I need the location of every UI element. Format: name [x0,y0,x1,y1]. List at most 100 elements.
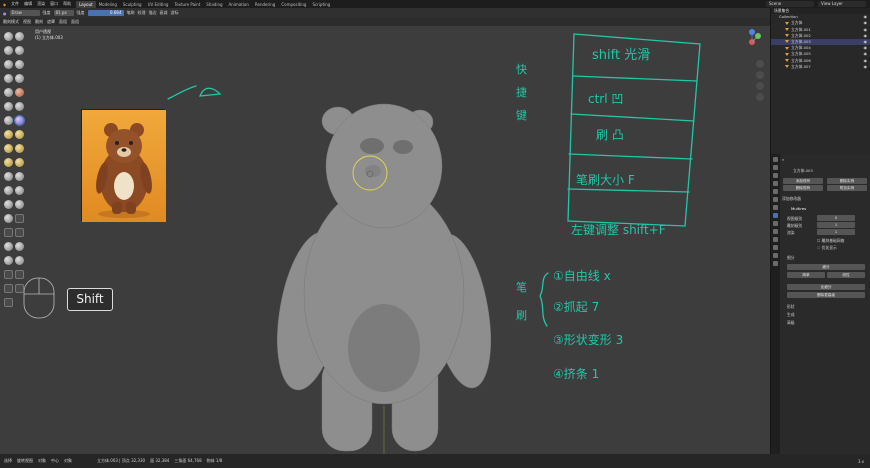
scale-tool-icon[interactable] [4,283,13,293]
multiplane-scrape-brush-icon[interactable] [14,114,25,126]
mask-brush-icon[interactable] [4,213,13,223]
workspace-tab-uv-editing[interactable]: UV Editing [145,1,172,8]
levels-viewport-field[interactable]: 0 [817,215,855,221]
sculpt-base-mesh-checkbox[interactable]: ☐ 雕刻基础网格 [817,238,844,244]
subdivide-button[interactable]: 细分 [787,264,865,270]
menu-texture[interactable]: 纹理 [138,10,146,16]
tool-tab-icon[interactable] [773,157,778,162]
layer-brush-icon[interactable] [15,59,24,69]
move-tool-icon[interactable] [4,269,13,279]
snake-hook-brush-icon[interactable] [15,143,24,153]
zoom-icon[interactable] [756,60,764,68]
menu-file[interactable]: 文件 [11,1,19,7]
workspace-tab-animation[interactable]: Animation [226,1,252,8]
box-mask-icon[interactable] [15,213,24,223]
draw-brush-icon[interactable] [4,31,13,41]
mode-selector[interactable]: 雕刻模式 [3,19,19,25]
menu-face-sets[interactable]: 面组 [59,19,67,25]
menu-falloff[interactable]: 衰减 [160,10,168,16]
crease-brush-icon[interactable] [4,87,13,97]
menu-view[interactable]: 视图 [23,19,31,25]
3d-viewport[interactable]: 快 捷 键 shift 光滑 ctrl 凹 刷 凸 笔刷大小 F 左键调整 sh… [0,26,770,454]
workspace-tab-shading[interactable]: Shading [203,1,225,8]
scrape-brush-icon[interactable] [4,115,13,125]
particles-tab-icon[interactable] [773,221,778,226]
delete-instance-button[interactable]: 删除实例 [827,178,867,184]
render-tab-icon[interactable] [773,165,778,170]
material-tab-icon[interactable] [773,253,778,258]
add-modifier-dropdown[interactable]: 添加修改器 [782,196,801,202]
box-hide-icon[interactable] [4,227,13,237]
pinch-brush-icon[interactable] [4,129,13,139]
constraints-tab-icon[interactable] [773,237,778,242]
linear-button[interactable]: 线性 [827,272,865,278]
workspace-tab-sculpting[interactable]: Sculpting [120,1,145,8]
modifier-name[interactable]: Multires [791,206,806,211]
rotate-tool-icon[interactable] [15,269,24,279]
search-icon[interactable]: ⌕ [782,157,784,162]
menu-cursor[interactable]: 游标 [171,10,179,16]
blob-brush-icon[interactable] [15,73,24,83]
radius-field[interactable]: 81 px [53,10,74,16]
edit-face-set-icon[interactable] [15,255,24,265]
object-tab-icon[interactable] [773,205,778,210]
thumb-brush-icon[interactable] [4,157,13,167]
menu-help[interactable]: 帮助 [63,1,71,7]
output-tab-icon[interactable] [773,173,778,178]
menu-brush[interactable]: 笔刷 [127,10,135,16]
view-layer-selector[interactable]: View Layer [818,1,866,7]
workspace-tab-modeling[interactable]: Modeling [96,1,120,8]
delete-higher-button[interactable]: 删除更高级 [787,292,865,298]
fill-brush-icon[interactable] [15,101,24,111]
slide-relax-brush-icon[interactable] [4,185,13,195]
menu-sculpt[interactable]: 雕刻 [35,19,43,25]
boundary-brush-icon[interactable] [15,185,24,195]
render-level-field[interactable]: 1 [817,229,855,235]
inflate-brush-icon[interactable] [4,73,13,83]
physics-tab-icon[interactable] [773,229,778,234]
brush-name-field[interactable]: Draw [9,10,40,16]
delete-existing-button[interactable]: 删除现有 [783,185,823,191]
simplify-brush-icon[interactable] [15,199,24,209]
add-existing-button[interactable]: 添加现有 [783,178,823,184]
eye-icon[interactable]: ◉ [864,64,868,70]
annotate-tool-icon[interactable] [4,297,13,307]
modifier-tab-icon[interactable] [773,213,778,218]
perspective-grid-icon[interactable] [756,93,764,101]
rotate-brush-icon[interactable] [15,171,24,181]
outliner-row[interactable]: 立方体.007 ◉ [771,64,870,70]
scene-tab-icon[interactable] [773,189,778,194]
box-face-set-icon[interactable] [15,227,24,237]
shape-section-header[interactable]: 形状 [787,304,795,310]
draw-sharp-brush-icon[interactable] [15,31,24,41]
color-filter-icon[interactable] [4,255,13,265]
generate-section-header[interactable]: 生成 [787,312,795,318]
attach-instance-button[interactable]: 附加实例 [827,185,867,191]
workspace-tab-texture-paint[interactable]: Texture Paint [171,1,203,8]
strength-field[interactable]: 0.664 [87,10,124,16]
cloth-brush-icon[interactable] [4,199,13,209]
grab-brush-icon[interactable] [15,129,24,139]
menu-render[interactable]: 渲染 [37,1,45,7]
texture-tab-icon[interactable] [773,261,778,266]
nudge-brush-icon[interactable] [4,171,13,181]
optimal-display-checkbox[interactable]: ☑ 优化显示 [817,245,837,251]
elastic-deform-brush-icon[interactable] [4,143,13,153]
reference-image[interactable] [81,109,166,222]
camera-icon[interactable] [756,82,764,90]
simple-button[interactable]: 简单 [787,272,825,278]
clay-brush-icon[interactable] [4,45,13,55]
menu-face-sets-2[interactable]: 面组 [71,19,79,25]
navigation-gizmo[interactable] [738,28,766,56]
workspace-tab-layout[interactable]: Layout [76,0,96,8]
data-tab-icon[interactable] [773,245,778,250]
workspace-tab-scripting[interactable]: Scripting [309,1,333,8]
blender-logo-icon[interactable]: ◆ [3,2,6,7]
world-tab-icon[interactable] [773,197,778,202]
advanced-section-header[interactable]: 高级 [787,320,795,326]
workspace-tab-rendering[interactable]: Rendering [252,1,278,8]
mesh-filter-icon[interactable] [4,241,13,251]
menu-window[interactable]: 窗口 [50,1,58,7]
transform-tool-icon[interactable] [15,283,24,293]
pan-hand-icon[interactable] [756,71,764,79]
